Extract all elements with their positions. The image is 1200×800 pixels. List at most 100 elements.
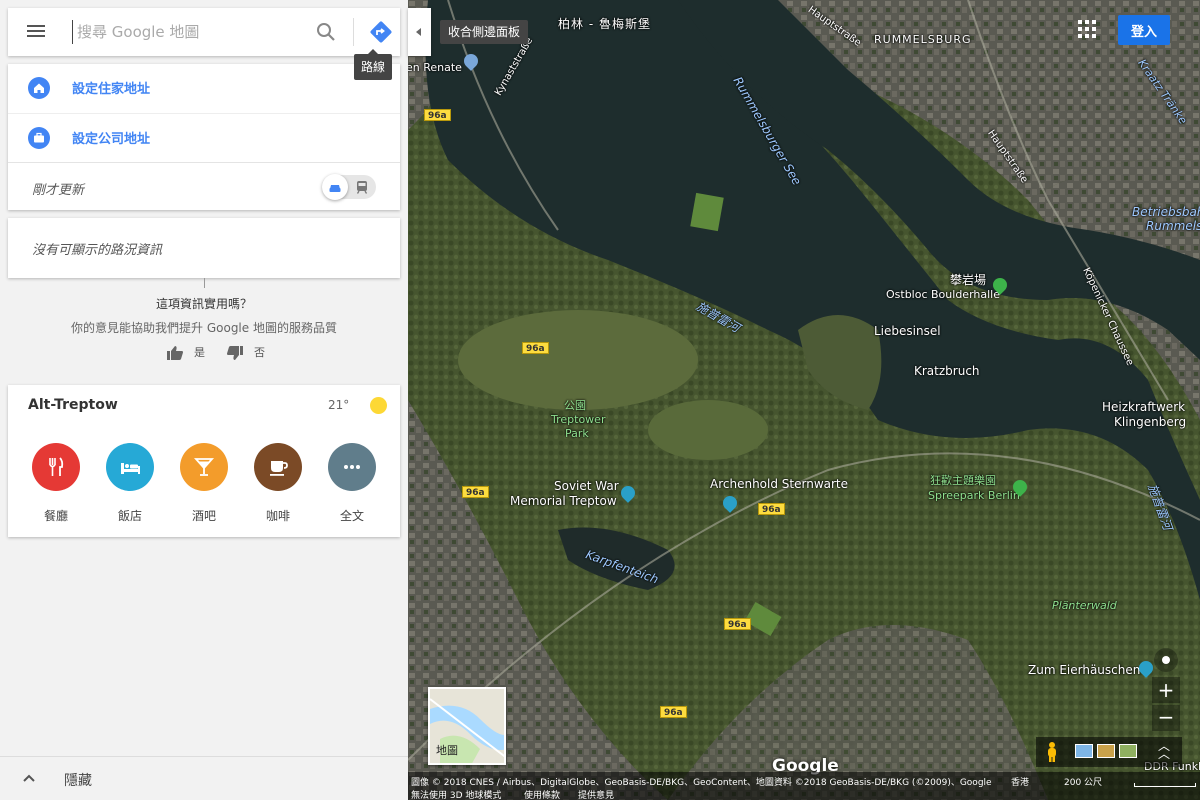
feedback-yes-button[interactable]: 是 [166, 344, 205, 364]
map-label: RUMMELSBURG [874, 33, 972, 46]
menu-icon-bar [27, 35, 45, 37]
menu-button[interactable] [26, 22, 46, 42]
set-work-row[interactable]: 設定公司地址 [8, 113, 400, 161]
traffic-card: 沒有可顯示的路況資訊 [8, 218, 400, 278]
map-label: Zum Eierhäuschen [1028, 663, 1141, 677]
map-label: Spreepark Berlin [928, 489, 1020, 502]
map-label: 柏林 - 魯梅斯堡 [558, 17, 651, 31]
sign-in-button[interactable]: 登入 [1118, 15, 1170, 45]
attribution-text: 圖像 © 2018 CNES / Airbus、DigitalGlobe、Geo… [411, 778, 992, 788]
feedback-question: 這項資訊實用嗎？ [155, 297, 252, 311]
directions-tooltip: 路線 [354, 49, 392, 80]
chevron-up-icon [23, 774, 35, 782]
hide-panel-label: 隱藏 [64, 773, 92, 789]
car-mode-button[interactable] [322, 174, 348, 200]
my-location-button[interactable] [1154, 648, 1178, 672]
map-label: Liebesinsel [874, 324, 941, 338]
search-input[interactable] [72, 20, 302, 44]
map-label: Memorial Treptow [510, 494, 617, 508]
terms-link[interactable]: 使用條款 [524, 788, 560, 800]
map-label: Rummels [1146, 219, 1200, 233]
hide-panel-button[interactable]: 隱藏 [0, 756, 408, 800]
satellite-imagery [408, 0, 1200, 800]
feedback-link[interactable]: 提供意見 [578, 788, 614, 800]
map-label: Heizkraftwerk [1102, 400, 1186, 414]
bar-icon [180, 443, 228, 491]
expand-chevron-icon[interactable]: ︿ ︿ [1158, 740, 1172, 760]
thumbs-down-icon [227, 346, 243, 360]
transit-mode-button[interactable] [354, 179, 370, 195]
home-icon [28, 77, 50, 99]
map-label: Betriebsbah [1132, 205, 1200, 219]
category-label: 飯店 [117, 509, 142, 523]
collapse-panel-button[interactable] [408, 8, 431, 56]
imagery-thumbnail[interactable] [1119, 744, 1137, 758]
updated-row: 剛才更新 [8, 162, 400, 210]
no-3d-link[interactable]: 無法使用 3D 地球模式 [411, 788, 501, 800]
set-work-label: 設定公司地址 [72, 132, 151, 147]
feedback-divider [204, 278, 205, 288]
train-icon [356, 181, 368, 194]
hotel-icon [106, 443, 154, 491]
search-divider [353, 18, 354, 46]
pegman-icon[interactable] [1046, 741, 1058, 763]
sun-icon [370, 397, 387, 414]
map-label: 攀岩場 [950, 273, 987, 287]
zoom-in-button[interactable]: + [1152, 677, 1180, 703]
map-label: Soviet War [554, 479, 619, 493]
directions-button[interactable] [368, 19, 394, 45]
map-canvas[interactable]: 柏林 - 魯梅斯堡 RUMMELSBURG en Renate Kynastst… [408, 0, 1200, 800]
category-label: 咖啡 [265, 509, 290, 523]
category-label: 餐廳 [43, 509, 68, 523]
map-label: Archenhold Sternwarte [710, 477, 849, 491]
apps-grid-icon[interactable] [1078, 20, 1098, 40]
restaurant-icon [32, 443, 80, 491]
map-label: 狂歡主題樂園 [930, 474, 996, 487]
category-label: 全文 [339, 509, 364, 523]
updated-label: 剛才更新 [32, 183, 85, 198]
imagery-thumbnail[interactable] [1097, 744, 1115, 758]
feedback-no-button[interactable]: 否 [226, 344, 265, 364]
map-label: Kratzbruch [914, 364, 980, 378]
category-bar-button[interactable]: 酒吧 [174, 443, 234, 523]
route-shield: 96a [660, 706, 687, 718]
feedback-no-label: 否 [254, 346, 265, 359]
area-name: Alt-Treptow [28, 397, 118, 413]
zoom-out-button[interactable]: − [1152, 705, 1180, 731]
map-label: Treptower [551, 413, 606, 426]
category-more-button[interactable]: 全文 [322, 443, 382, 523]
explore-card: Alt-Treptow 21° 餐廳 飯店 酒吧 咖啡 全文 [8, 385, 400, 537]
set-home-row[interactable]: 設定住家地址 [8, 64, 400, 112]
search-box [8, 8, 400, 56]
more-icon [328, 443, 376, 491]
car-icon [329, 185, 341, 192]
category-restaurant-button[interactable]: 餐廳 [26, 443, 86, 523]
region-link[interactable]: 香港 [1011, 775, 1029, 788]
search-button[interactable] [314, 20, 338, 44]
map-label: Park [565, 427, 589, 440]
category-hotel-button[interactable]: 飯店 [100, 443, 160, 523]
map-layer-label: 地圖 [436, 744, 458, 757]
route-shield: 96a [424, 109, 451, 121]
set-home-label: 設定住家地址 [72, 82, 151, 97]
imagery-thumbnail[interactable] [1075, 744, 1093, 758]
map-label: Klingenberg [1114, 415, 1187, 429]
scale-label[interactable]: 200 公尺 [1064, 775, 1102, 788]
coffee-icon [254, 443, 302, 491]
map-label: Ostbloc Boulderhalle [886, 288, 1000, 301]
saved-places-card: 設定住家地址 設定公司地址 剛才更新 [8, 64, 400, 210]
map-label: 公園 [564, 399, 586, 412]
travel-mode-toggle[interactable] [322, 174, 376, 200]
feedback-yes-label: 是 [194, 346, 205, 359]
traffic-message: 沒有可顯示的路況資訊 [32, 243, 163, 258]
map-label: Plänterwald [1052, 599, 1117, 612]
route-shield: 96a [724, 618, 751, 630]
category-coffee-button[interactable]: 咖啡 [248, 443, 308, 523]
directions-icon [370, 21, 392, 43]
map-layer-toggle[interactable]: 地圖 [428, 687, 506, 765]
category-label: 酒吧 [191, 509, 216, 523]
attribution-bar: 圖像 © 2018 CNES / Airbus、DigitalGlobe、Geo… [408, 772, 1200, 800]
temperature: 21° [328, 398, 350, 412]
menu-icon-bar [27, 30, 45, 32]
scale-bar [1134, 783, 1196, 787]
